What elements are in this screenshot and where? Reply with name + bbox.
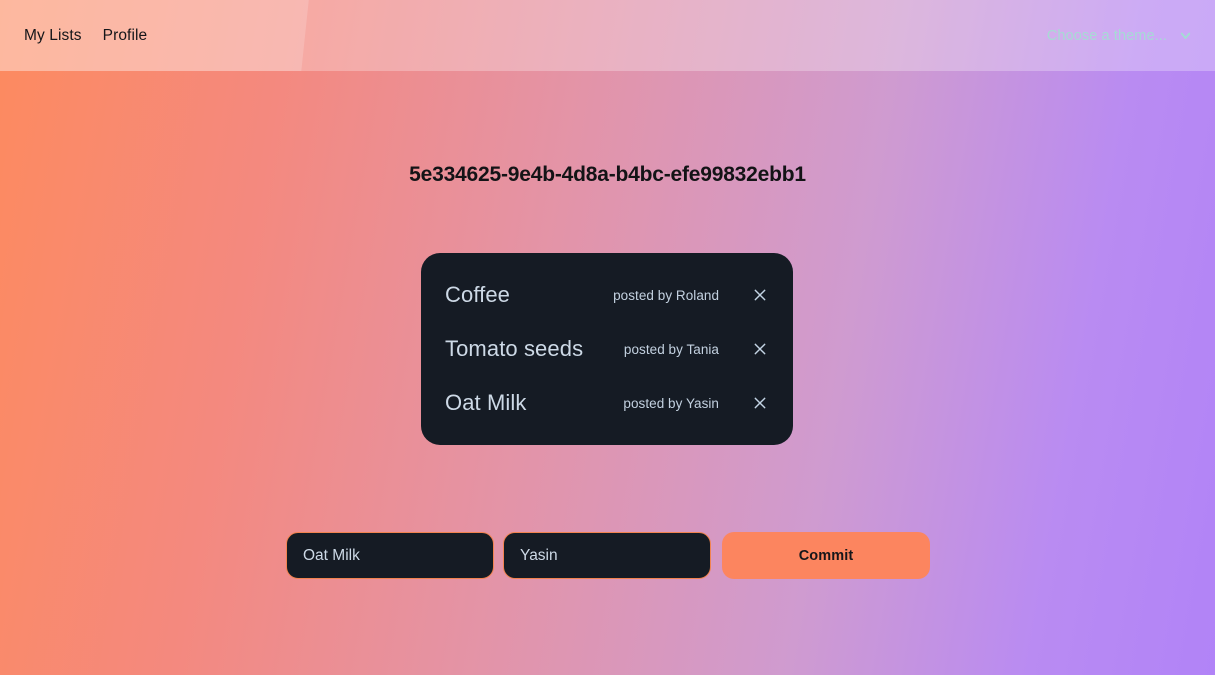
list-item-name: Coffee [445, 282, 511, 307]
delete-item-button[interactable] [749, 338, 771, 360]
delete-item-button[interactable] [749, 392, 771, 414]
theme-selector-dropdown[interactable]: Choose a theme... [1047, 28, 1193, 44]
list-card: Coffee posted by Roland Tomato seeds pos… [421, 253, 793, 445]
page-title: 5e334625-9e4b-4d8a-b4bc-efe99832ebb1 [409, 163, 806, 186]
close-icon [754, 343, 766, 355]
commit-button[interactable]: Commit [722, 532, 930, 579]
list-item-author: posted by Roland [613, 287, 719, 303]
close-icon [754, 289, 766, 301]
delete-item-button[interactable] [749, 284, 771, 306]
list-item-name: Tomato seeds [445, 336, 584, 361]
nav-links: My Lists Profile [24, 27, 147, 45]
add-item-form: Commit [286, 532, 930, 579]
list-item-author: posted by Yasin [623, 395, 719, 411]
nav-link-profile[interactable]: Profile [103, 27, 148, 45]
close-icon [754, 397, 766, 409]
item-name-input[interactable] [286, 532, 494, 579]
list-item: Coffee posted by Roland [445, 277, 771, 313]
top-navigation-bar: My Lists Profile Choose a theme... [0, 0, 1215, 71]
author-name-input[interactable] [503, 532, 711, 579]
chevron-down-icon [1180, 32, 1191, 39]
theme-selector-label: Choose a theme... [1046, 27, 1167, 44]
list-item: Oat Milk posted by Yasin [445, 385, 771, 421]
list-item: Tomato seeds posted by Tania [445, 331, 771, 367]
nav-link-my-lists[interactable]: My Lists [24, 27, 82, 45]
list-item-name: Oat Milk [445, 390, 527, 415]
list-item-author: posted by Tania [623, 341, 719, 357]
